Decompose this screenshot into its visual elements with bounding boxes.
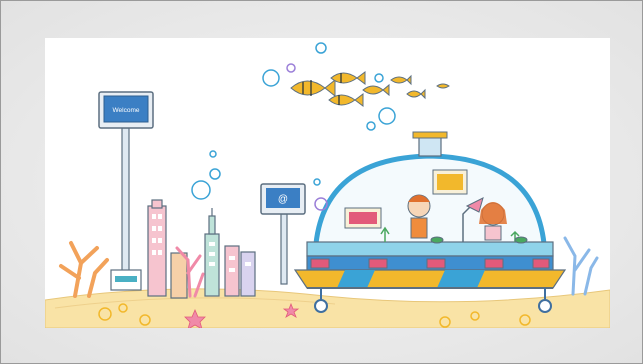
city-buildings xyxy=(147,199,256,299)
wheel-left xyxy=(314,299,328,313)
coral-left xyxy=(59,241,109,298)
fish-school xyxy=(290,71,450,107)
vehicle-deck xyxy=(306,241,554,257)
coral-right xyxy=(563,236,599,296)
underwater-city-illustration: Welcome @ xyxy=(45,38,610,328)
dome-vehicle xyxy=(293,131,567,313)
wheel-right xyxy=(538,299,552,313)
welcome-text: Welcome xyxy=(113,107,140,114)
screen-post: @ xyxy=(260,183,306,285)
at-symbol: @ xyxy=(278,194,288,205)
slide-frame: Welcome @ xyxy=(0,0,643,364)
